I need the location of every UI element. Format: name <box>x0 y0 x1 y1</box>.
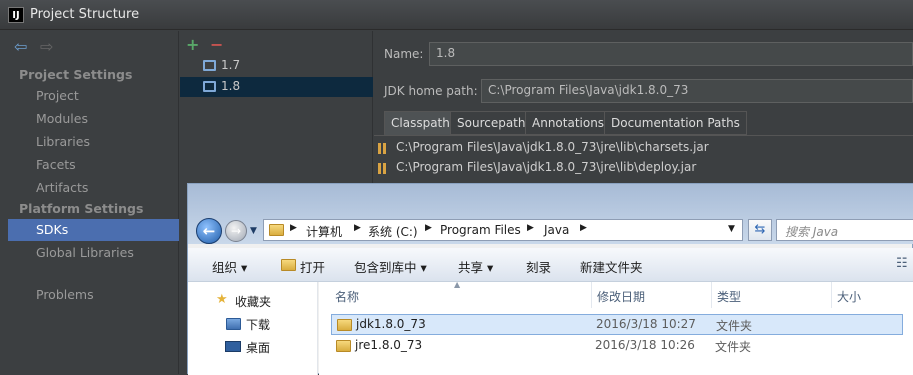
folder-icon <box>269 224 284 236</box>
intellij-app-icon: IJ <box>8 7 24 23</box>
organize-button[interactable]: 组织 ▾ <box>212 257 247 276</box>
sidebar-item-modules[interactable]: Modules <box>36 111 88 126</box>
file-type: 文件夹 <box>716 319 753 333</box>
downloads-icon <box>226 318 241 330</box>
nav-desktop[interactable]: 桌面 <box>246 339 270 356</box>
search-input[interactable]: 搜索 Java <box>776 219 913 241</box>
breadcrumb-separator-icon: ▶ <box>425 223 432 233</box>
classpath-row[interactable]: C:\Program Files\Java\jdk1.8.0_73\jre\li… <box>374 158 913 178</box>
breadcrumb-java[interactable]: Java <box>544 223 569 237</box>
breadcrumb-drive[interactable]: 系统 (C:) <box>368 223 418 240</box>
sdk-list-item[interactable]: 1.7 <box>180 56 373 76</box>
nav-downloads[interactable]: 下载 <box>246 316 270 333</box>
sidebar-item-sdks-selected[interactable] <box>8 219 179 241</box>
sidebar-item-libraries[interactable]: Libraries <box>36 134 90 149</box>
classpath-entry: C:\Program Files\Java\jdk1.8.0_73\jre\li… <box>396 140 709 154</box>
column-header-name[interactable]: 名称 <box>335 288 359 305</box>
name-field[interactable]: 1.8 <box>429 42 913 66</box>
view-options-icon[interactable]: ☷ <box>896 256 908 271</box>
address-dropdown-icon[interactable]: ▼ <box>728 224 735 234</box>
tab-documentation-paths[interactable]: Documentation Paths <box>604 111 747 135</box>
breadcrumb-separator-icon: ▶ <box>527 223 534 233</box>
settings-sidebar: ⇦ ⇨ Project Settings Project Modules Lib… <box>0 31 179 374</box>
sdk-label: 1.7 <box>221 58 241 72</box>
column-divider[interactable] <box>711 282 712 308</box>
column-header-date[interactable]: 修改日期 <box>597 288 645 305</box>
forward-arrow-icon[interactable]: ⇨ <box>40 37 53 56</box>
file-name: jre1.8.0_73 <box>355 338 423 352</box>
remove-sdk-icon[interactable]: − <box>210 35 223 54</box>
title-bar: IJ Project Structure <box>0 0 913 30</box>
nav-favorites[interactable]: 收藏夹 <box>235 293 271 310</box>
jdk-home-label: JDK home path: <box>384 84 478 98</box>
include-in-library-button[interactable]: 包含到库中 ▾ <box>354 257 427 276</box>
file-name: jdk1.8.0_73 <box>356 317 426 331</box>
add-sdk-icon[interactable]: + <box>186 35 199 54</box>
sidebar-item-project[interactable]: Project <box>36 88 79 103</box>
breadcrumb-separator-icon: ▶ <box>580 223 587 233</box>
project-settings-header: Project Settings <box>19 67 133 82</box>
jdk-home-path-field[interactable]: C:\Program Files\Java\jdk1.8.0_73 <box>481 79 913 103</box>
forward-arrow-icon[interactable]: → <box>225 220 247 242</box>
file-date: 2016/3/18 10:27 <box>596 317 696 331</box>
classpath-entry: C:\Program Files\Java\jdk1.8.0_73\jre\li… <box>396 160 697 174</box>
sidebar-item-facets[interactable]: Facets <box>36 157 76 172</box>
navigation-pane: ★ 收藏夹 下载 桌面 <box>188 282 318 375</box>
tab-classpath[interactable]: Classpath <box>384 111 457 135</box>
tab-sourcepath[interactable]: Sourcepath <box>450 111 533 135</box>
share-button[interactable]: 共享 ▾ <box>458 257 493 276</box>
jar-icon <box>378 163 388 174</box>
desktop-icon <box>225 341 241 352</box>
new-folder-button[interactable]: 新建文件夹 <box>580 257 643 276</box>
sdk-list-item-selected[interactable]: 1.8 <box>180 77 373 97</box>
jdk-folder-icon <box>203 60 216 71</box>
favorites-star-icon: ★ <box>216 292 228 307</box>
column-header-size[interactable]: 大小 <box>837 288 861 305</box>
file-type: 文件夹 <box>715 340 752 354</box>
platform-settings-header: Platform Settings <box>19 201 144 216</box>
tab-annotations[interactable]: Annotations <box>525 111 612 135</box>
folder-icon <box>337 319 352 331</box>
history-dropdown-icon[interactable]: ▼ <box>250 226 257 236</box>
breadcrumb-computer[interactable]: 计算机 <box>306 223 342 240</box>
explorer-window: ← → ▼ ▶ 计算机 ▶ 系统 (C:) ▶ Program Files ▶ … <box>187 183 913 375</box>
command-bar: 组织 ▾ 打开 包含到库中 ▾ 共享 ▾ 刻录 新建文件夹 ☷ <box>188 248 913 282</box>
file-list: ▲ 名称 修改日期 类型 大小 jdk1.8.0_73 2016/3/18 10… <box>319 280 913 375</box>
open-folder-icon <box>281 259 296 271</box>
sidebar-item-problems[interactable]: Problems <box>36 287 94 302</box>
folder-icon <box>336 340 351 352</box>
column-divider[interactable] <box>591 282 592 308</box>
sidebar-item-sdks[interactable]: SDKs <box>36 222 68 237</box>
breadcrumb-separator-icon: ▶ <box>290 223 297 233</box>
breadcrumb-separator-icon: ▶ <box>354 223 361 233</box>
column-divider[interactable] <box>831 282 832 308</box>
address-bar[interactable]: ▶ 计算机 ▶ 系统 (C:) ▶ Program Files ▶ Java ▶… <box>263 219 743 241</box>
jar-icon <box>378 143 388 154</box>
burn-button[interactable]: 刻录 <box>526 257 551 276</box>
refresh-icon[interactable]: ⇆ <box>748 219 772 241</box>
sort-indicator-icon: ▲ <box>454 280 461 289</box>
window-title: Project Structure <box>30 7 140 22</box>
file-row[interactable]: jre1.8.0_73 2016/3/18 10:26 文件夹 <box>331 336 903 357</box>
sidebar-item-artifacts[interactable]: Artifacts <box>36 180 88 195</box>
sdk-label: 1.8 <box>221 79 241 93</box>
jdk-folder-icon <box>203 81 216 92</box>
sidebar-item-global-libraries[interactable]: Global Libraries <box>36 245 134 260</box>
back-arrow-icon[interactable]: ← <box>196 218 222 244</box>
file-date: 2016/3/18 10:26 <box>595 338 695 352</box>
column-header-type[interactable]: 类型 <box>717 288 741 305</box>
tab-divider <box>374 135 913 136</box>
breadcrumb-program-files[interactable]: Program Files <box>440 223 521 237</box>
classpath-row[interactable]: C:\Program Files\Java\jdk1.8.0_73\jre\li… <box>374 138 913 158</box>
name-label: Name: <box>384 47 424 61</box>
file-row-selected[interactable]: jdk1.8.0_73 2016/3/18 10:27 文件夹 <box>331 314 903 335</box>
back-arrow-icon[interactable]: ⇦ <box>14 37 27 56</box>
open-button[interactable]: 打开 <box>300 257 325 276</box>
